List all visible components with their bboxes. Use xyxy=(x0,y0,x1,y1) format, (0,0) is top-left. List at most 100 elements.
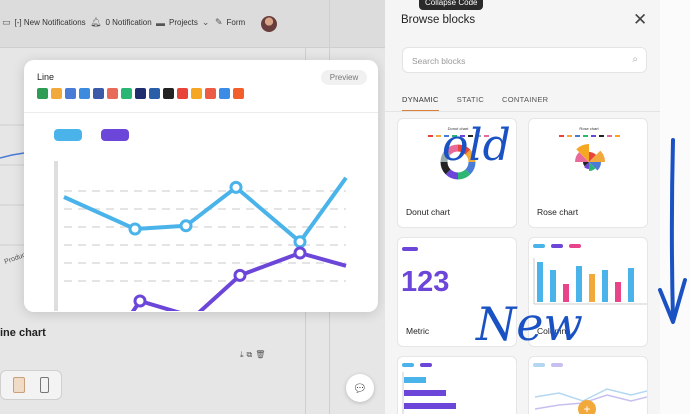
data-point xyxy=(293,246,307,260)
search-input[interactable]: Search blocks ⌕ xyxy=(402,47,647,73)
block-bar-list[interactable] xyxy=(397,356,517,414)
integration-icon[interactable] xyxy=(191,88,202,99)
line-preview-card: Line Preview xyxy=(24,60,378,312)
block-rose-chart[interactable]: Rose chart Rose chart xyxy=(528,118,648,228)
block-metric[interactable]: 123 Metric xyxy=(397,237,517,347)
block-area[interactable]: + xyxy=(528,356,648,414)
legend-swatch xyxy=(436,135,441,137)
chevron-down-icon: ⌄ xyxy=(201,17,210,27)
notification-button[interactable]: 🔔︎ 0 Notification xyxy=(90,17,152,28)
chat-button[interactable]: 💬︎ xyxy=(346,374,374,402)
scrollbar-track[interactable] xyxy=(660,0,690,414)
integration-icon[interactable] xyxy=(163,88,174,99)
legend-swatch xyxy=(569,244,581,248)
donut-slice xyxy=(457,169,471,180)
legend-swatch xyxy=(551,363,563,367)
legend-swatch xyxy=(575,135,580,137)
browse-blocks-panel: Collapse Code Browse blocks ✕ Search blo… xyxy=(385,0,660,414)
legend-swatch xyxy=(444,135,449,137)
area-thumbnail: + xyxy=(533,363,647,414)
top-bar: ▭ [-] New Notifications 🔔︎ 0 Notificatio… xyxy=(0,0,385,48)
bar-list-thumbnail xyxy=(402,363,456,414)
block-donut-chart[interactable]: Donut chart Donut chart xyxy=(397,118,517,228)
inbox-icon: ▭ xyxy=(2,17,11,27)
column-bar xyxy=(589,274,595,302)
donut-slice xyxy=(445,169,459,180)
bar xyxy=(404,403,456,409)
integration-icon[interactable] xyxy=(177,88,188,99)
download-icon[interactable]: ⤓ xyxy=(240,350,244,360)
block-label: Column xyxy=(537,326,567,336)
bar xyxy=(404,390,446,396)
integration-icon[interactable] xyxy=(121,88,132,99)
block-label: Donut chart xyxy=(406,207,450,217)
data-point xyxy=(229,180,243,194)
metric-bar xyxy=(402,247,418,251)
bar xyxy=(404,377,426,383)
block-column[interactable]: Column xyxy=(528,237,648,347)
tab-dynamic[interactable]: DYNAMIC xyxy=(402,95,439,111)
form-button[interactable]: ✎ Form xyxy=(215,17,245,28)
donut-slice xyxy=(465,161,476,175)
legend-swatch xyxy=(559,135,564,137)
close-icon[interactable]: ✕ xyxy=(633,10,647,30)
integration-icon[interactable] xyxy=(107,88,118,99)
tablet-icon[interactable] xyxy=(12,377,25,393)
block-label: Rose chart xyxy=(537,207,579,217)
data-point xyxy=(133,294,147,308)
metric-value: 123 xyxy=(401,266,450,298)
legend-swatch xyxy=(54,129,82,141)
integration-icon[interactable] xyxy=(51,88,62,99)
integration-icon[interactable] xyxy=(205,88,216,99)
copy-icon[interactable]: ⧉ xyxy=(247,350,253,360)
integration-icon[interactable] xyxy=(149,88,160,99)
legend-swatch xyxy=(615,135,620,137)
integration-icons xyxy=(37,88,244,99)
preview-button[interactable]: Preview xyxy=(321,70,367,85)
legend-swatch xyxy=(428,135,433,137)
legend-swatch xyxy=(101,129,129,141)
data-point xyxy=(233,268,247,282)
column-bar xyxy=(537,262,543,302)
tab-container[interactable]: CONTAINER xyxy=(502,95,548,111)
column-bar xyxy=(628,268,634,302)
legend-swatch xyxy=(551,244,563,248)
integration-icon[interactable] xyxy=(37,88,48,99)
phone-icon[interactable] xyxy=(40,377,50,393)
pencil-icon: ✎ xyxy=(215,17,223,27)
section-title: ine chart xyxy=(0,327,46,339)
avatar[interactable] xyxy=(261,16,277,32)
legend-swatch xyxy=(533,244,545,248)
integration-icon[interactable] xyxy=(135,88,146,99)
legend-swatch xyxy=(402,363,414,367)
new-notifications-link[interactable]: ▭ [-] New Notifications xyxy=(2,17,86,28)
divider xyxy=(385,111,660,112)
device-toggle xyxy=(0,370,62,400)
column-bar xyxy=(602,270,608,302)
trash-icon[interactable]: 🗑︎ xyxy=(255,350,265,360)
integration-icon[interactable] xyxy=(93,88,104,99)
integration-icon[interactable] xyxy=(233,88,244,99)
column-bar xyxy=(563,284,569,302)
search-icon: ⌕ xyxy=(632,54,638,65)
tab-static[interactable]: STATIC xyxy=(457,95,484,111)
donut-slice xyxy=(445,144,459,155)
projects-dropdown[interactable]: ▬ Projects ⌄ xyxy=(156,17,209,28)
legend-swatch xyxy=(452,135,457,137)
tabs: DYNAMIC STATIC CONTAINER xyxy=(402,95,548,111)
donut-inner-title: Donut chart xyxy=(448,126,470,131)
legend-swatch xyxy=(533,363,545,367)
search-placeholder: Search blocks xyxy=(412,56,466,66)
integration-icon[interactable] xyxy=(65,88,76,99)
donut-slice xyxy=(440,149,451,163)
data-point xyxy=(179,219,193,233)
bell-icon: 🔔︎ xyxy=(90,17,102,27)
donut-slice xyxy=(465,149,476,163)
legend-swatch xyxy=(468,135,473,137)
integration-icon[interactable] xyxy=(79,88,90,99)
folder-icon: ▬ xyxy=(156,17,165,28)
integration-icon[interactable] xyxy=(219,88,230,99)
chat-icon: 💬︎ xyxy=(353,382,367,395)
line-chart xyxy=(54,129,348,311)
legend-swatch xyxy=(591,135,596,137)
